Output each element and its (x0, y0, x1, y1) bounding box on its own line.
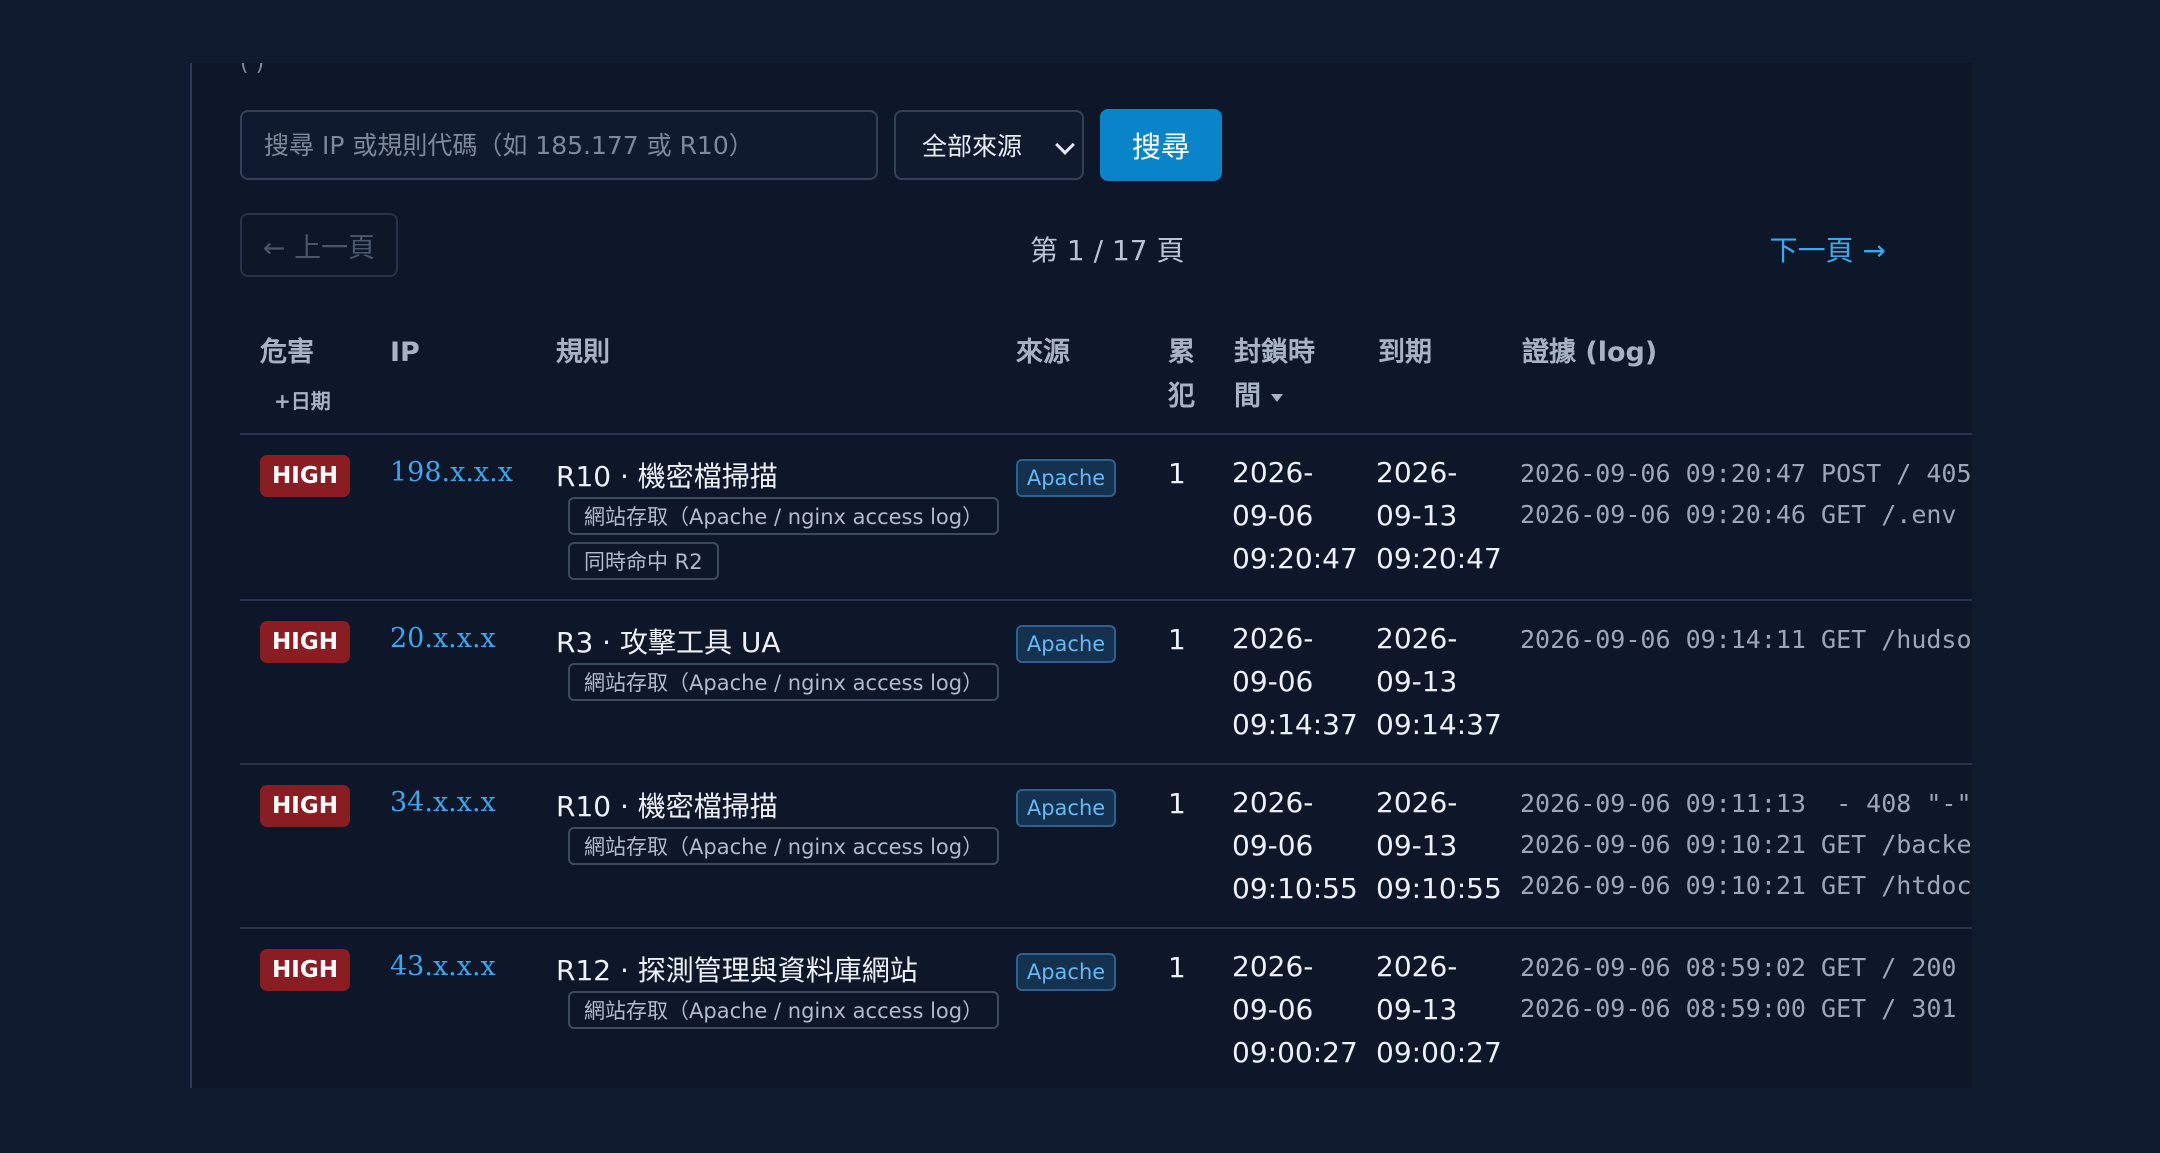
evidence-log: 2026-09-06 09:14:11 GET /hudson 4 (1520, 619, 1972, 660)
table-row: HIGH 198.x.x.x R10 · 機密檔掃描 網站存取（Apache /… (240, 435, 1972, 599)
ip-link[interactable]: 34.x.x.x (390, 787, 496, 818)
rule-label: R12 · 探測管理與資料庫網站 (556, 954, 918, 987)
pagination: ← 上一頁 第 1 / 17 頁 下一頁 → (240, 213, 1930, 279)
search-bar: 全部來源 搜尋 (240, 109, 1222, 181)
blocked-time: 2026- 09-06 09:10:55 (1232, 786, 1358, 905)
category-tag: 網站存取（Apache / nginx access log） (568, 663, 1000, 701)
col-severity[interactable]: 危害 (260, 331, 314, 375)
severity-badge: HIGH (260, 785, 350, 827)
source-select[interactable]: 全部來源 (894, 110, 1084, 180)
ip-link[interactable]: 43.x.x.x (390, 951, 496, 982)
page-indicator: 第 1 / 17 頁 (1030, 234, 1185, 267)
category-tag: 網站存取（Apache / nginx access log） (568, 827, 1000, 865)
col-count[interactable]: 累 犯 (1168, 331, 1195, 419)
repeat-count: 1 (1168, 457, 1186, 490)
col-blocked-time[interactable]: 封鎖時 間 (1234, 331, 1315, 419)
expires-time: 2026- 09-13 09:10:55 (1376, 786, 1502, 905)
col-severity-sort-date[interactable]: +日期 (274, 385, 331, 414)
log-line: 2026-09-06 09:10:21 GET /backend/ (1520, 830, 1972, 859)
log-line: 2026-09-06 08:59:02 GET / 200 "Mo (1520, 953, 1972, 982)
prev-page-button[interactable]: ← 上一頁 (240, 213, 398, 277)
evidence-log: 2026-09-06 08:59:02 GET / 200 "Mo 2026-0… (1520, 947, 1972, 1029)
repeat-count: 1 (1168, 787, 1186, 820)
clipped-heading: ( ) (240, 63, 265, 76)
source-select-value: 全部來源 (922, 132, 1023, 161)
col-ip[interactable]: IP (390, 331, 420, 375)
ip-link[interactable]: 198.x.x.x (390, 457, 513, 488)
evidence-log: 2026-09-06 09:20:47 POST / 405 "M 2026-0… (1520, 453, 1972, 535)
blocked-time: 2026- 09-06 09:00:27 (1232, 950, 1358, 1069)
blocked-time: 2026- 09-06 09:20:47 (1232, 456, 1358, 575)
also-hit-tag: 同時命中 R2 (568, 542, 719, 580)
rule-label: R10 · 機密檔掃描 (556, 790, 778, 823)
search-input[interactable] (240, 110, 878, 180)
repeat-count: 1 (1168, 623, 1186, 656)
blocked-ip-panel: ( ) 全部來源 搜尋 ← 上一頁 第 1 / 17 頁 下一頁 → 危害 +日… (190, 63, 1972, 1088)
blocked-time: 2026- 09-06 09:14:37 (1232, 622, 1358, 741)
table-row: HIGH 34.x.x.x R10 · 機密檔掃描 網站存取（Apache / … (240, 765, 1972, 927)
source-badge: Apache (1016, 625, 1116, 663)
source-badge: Apache (1016, 459, 1116, 497)
log-line: 2026-09-06 09:20:46 GET /.env 404 (1520, 500, 1972, 529)
log-line: 2026-09-06 09:20:47 POST / 405 "M (1520, 459, 1972, 488)
expires-time: 2026- 09-13 09:14:37 (1376, 622, 1502, 741)
source-badge: Apache (1016, 953, 1116, 991)
sort-desc-icon (1271, 393, 1283, 402)
rule-label: R10 · 機密檔掃描 (556, 460, 778, 493)
ip-link[interactable]: 20.x.x.x (390, 623, 496, 654)
next-page-link[interactable]: 下一頁 → (1770, 229, 1886, 269)
col-source[interactable]: 來源 (1016, 331, 1070, 375)
chevron-down-icon (1055, 135, 1075, 155)
source-badge: Apache (1016, 789, 1116, 827)
evidence-log: 2026-09-06 09:11:13 - 408 "-" 2026-09-06… (1520, 783, 1972, 906)
col-blocked-line2: 間 (1234, 381, 1261, 412)
col-count-line2: 犯 (1168, 381, 1195, 412)
severity-badge: HIGH (260, 455, 350, 497)
severity-badge: HIGH (260, 621, 350, 663)
log-line: 2026-09-06 09:11:13 - 408 "-" (1520, 789, 1972, 818)
table-row: HIGH 43.x.x.x R12 · 探測管理與資料庫網站 網站存取（Apac… (240, 929, 1972, 1088)
log-line: 2026-09-06 09:14:11 GET /hudson 4 (1520, 625, 1972, 654)
expires-time: 2026- 09-13 09:20:47 (1376, 456, 1502, 575)
table-row: HIGH 20.x.x.x R3 · 攻擊工具 UA 網站存取（Apache /… (240, 601, 1972, 763)
expires-time: 2026- 09-13 09:00:27 (1376, 950, 1502, 1069)
col-evidence: 證據 (log) (1522, 337, 1658, 368)
col-expires[interactable]: 到期 (1378, 331, 1432, 375)
category-tag: 網站存取（Apache / nginx access log） (568, 497, 1000, 535)
log-line: 2026-09-06 08:59:00 GET / 301 "Mo (1520, 994, 1972, 1023)
repeat-count: 1 (1168, 951, 1186, 984)
severity-badge: HIGH (260, 949, 350, 991)
col-count-line1: 累 (1168, 337, 1195, 368)
log-line: 2026-09-06 09:10:21 GET /htdocs/ (1520, 871, 1972, 900)
col-blocked-line1: 封鎖時 (1234, 337, 1315, 368)
category-tag: 網站存取（Apache / nginx access log） (568, 991, 1000, 1029)
search-button[interactable]: 搜尋 (1100, 109, 1222, 181)
rule-label: R3 · 攻擊工具 UA (556, 626, 781, 659)
col-rule[interactable]: 規則 (556, 331, 610, 375)
